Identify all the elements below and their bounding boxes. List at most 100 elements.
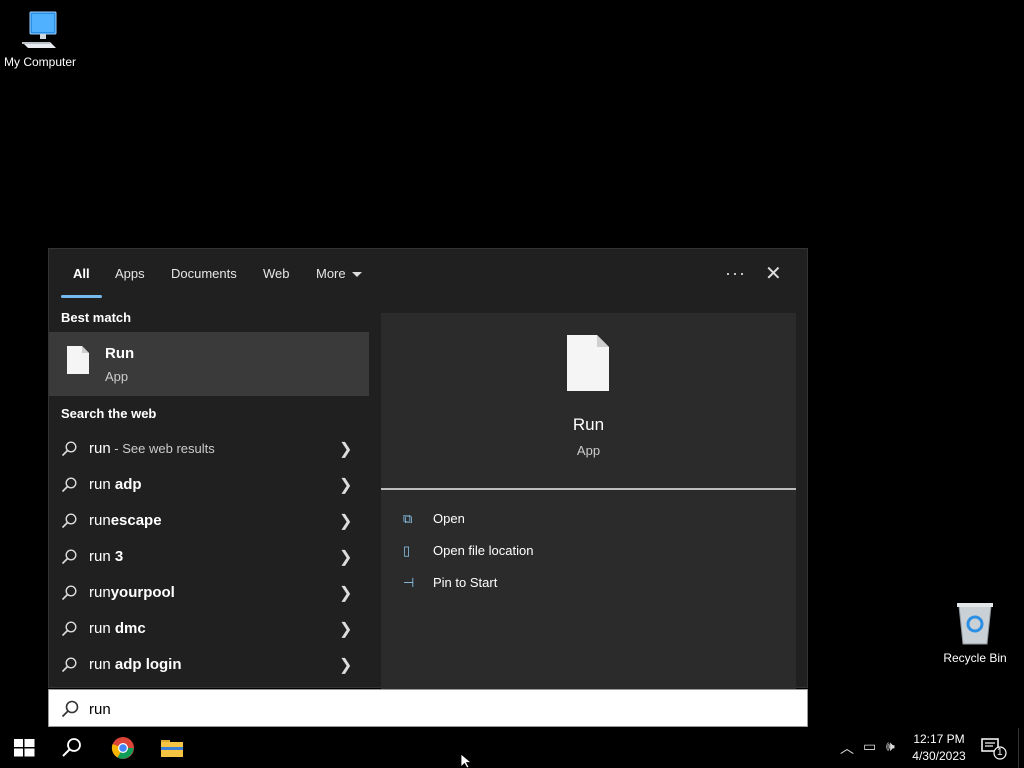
best-match-type: App <box>105 369 129 384</box>
clock-date: 4/30/2023 <box>912 749 966 763</box>
notification-count: 1 <box>997 747 1003 758</box>
web-result-prefix: run <box>89 656 115 673</box>
start-button[interactable] <box>0 728 48 768</box>
show-desktop-button[interactable] <box>1018 728 1024 768</box>
active-tab-indicator <box>61 295 102 298</box>
mouse-cursor-icon <box>461 754 473 768</box>
chevron-right-icon: ❯ <box>339 621 353 638</box>
folder-icon <box>161 740 183 757</box>
search-icon <box>61 549 77 565</box>
tab-more[interactable]: More <box>316 266 362 281</box>
more-options-icon[interactable]: ··· <box>725 263 746 284</box>
caret-down-icon <box>351 272 362 278</box>
preview-divider <box>381 488 796 490</box>
network-icon[interactable]: ▭ <box>863 738 876 755</box>
volume-icon[interactable]: 🕪 <box>886 738 895 755</box>
chevron-up-icon[interactable]: ︿ <box>840 738 854 758</box>
search-flyout: All Apps Documents Web More ··· ✕ Best m… <box>48 248 808 689</box>
chrome-icon <box>111 737 134 759</box>
search-icon <box>62 738 81 757</box>
web-result-bold: yourpool <box>110 584 175 601</box>
preview-name: Run <box>572 415 605 434</box>
taskbar: ︿ ▭ 🕪 12:17 PM 4/30/2023 1 <box>0 728 1024 768</box>
web-result-item[interactable]: run adp ❯ <box>49 468 369 502</box>
taskbar-chrome-button[interactable] <box>99 728 147 768</box>
close-icon[interactable]: ✕ <box>765 261 782 286</box>
best-match-item[interactable]: Run App <box>49 332 369 396</box>
results-list: Best match Run App Search the web run - … <box>49 301 369 689</box>
search-icon <box>61 441 77 457</box>
preview-type: App <box>576 443 601 458</box>
web-result-text: run adp <box>89 476 142 493</box>
tab-more-label: More <box>316 266 346 281</box>
web-result-text: run dmc <box>89 620 146 637</box>
app-file-icon <box>67 346 89 374</box>
clock[interactable]: 12:17 PM 4/30/2023 <box>904 731 974 765</box>
folder-location-icon: ▯ <box>403 543 411 558</box>
open-icon: ⧉ <box>403 511 413 526</box>
tab-apps[interactable]: Apps <box>115 266 145 281</box>
search-icon <box>61 657 77 673</box>
preview-pane: Run App ⧉ Open ▯ Open file location ⊣ Pi… <box>381 313 796 689</box>
web-result-prefix: run <box>89 548 115 565</box>
chevron-right-icon: ❯ <box>339 657 353 674</box>
web-result-item[interactable]: run adp login ❯ <box>49 648 369 682</box>
web-result-prefix: run <box>89 476 115 493</box>
chevron-right-icon: ❯ <box>339 549 353 566</box>
web-result-text: run - See web results <box>89 440 215 457</box>
desktop-icon-label: Recycle Bin <box>943 651 1007 665</box>
web-result-item[interactable]: run 3 ❯ <box>49 540 369 574</box>
taskbar-search-button[interactable] <box>48 728 96 768</box>
tab-all[interactable]: All <box>73 266 90 281</box>
search-icon <box>61 585 77 601</box>
chevron-right-icon: ❯ <box>339 585 353 602</box>
web-result-text: runescape <box>89 512 162 529</box>
web-result-hint: - See web results <box>110 441 215 456</box>
web-result-prefix: run <box>89 440 111 457</box>
tab-web[interactable]: Web <box>263 266 290 281</box>
clock-time: 12:17 PM <box>913 732 965 746</box>
desktop-icon-recycle-bin[interactable]: Recycle Bin <box>935 600 1015 665</box>
web-result-bold: adp <box>114 476 142 493</box>
search-icon <box>61 513 77 529</box>
search-icon <box>61 621 77 637</box>
web-result-item[interactable]: run dmc ❯ <box>49 612 369 646</box>
chevron-right-icon: ❯ <box>339 513 353 530</box>
chevron-right-icon: ❯ <box>339 477 353 494</box>
search-web-heading: Search the web <box>61 406 157 421</box>
taskbar-file-explorer-button[interactable] <box>148 728 196 768</box>
action-center-button[interactable]: 1 <box>980 736 1008 765</box>
web-result-bold: adp login <box>114 656 182 673</box>
search-tabs: All Apps Documents Web More ··· ✕ <box>49 249 807 301</box>
action-label: Open file location <box>433 543 534 558</box>
web-result-item[interactable]: runescape ❯ <box>49 504 369 538</box>
web-result-item[interactable]: runyourpool ❯ <box>49 576 369 610</box>
app-file-icon <box>567 335 609 391</box>
search-icon <box>61 477 77 493</box>
web-result-bold: dmc <box>114 620 146 637</box>
desktop-icon-my-computer[interactable]: My Computer <box>0 8 80 69</box>
web-result-prefix: run <box>89 512 111 529</box>
pin-icon: ⊣ <box>403 575 415 590</box>
web-result-prefix: run <box>89 584 111 601</box>
search-input[interactable] <box>87 696 791 722</box>
best-match-name: Run <box>105 345 135 362</box>
web-result-item[interactable]: run - See web results ❯ <box>49 432 369 466</box>
action-label: Open <box>433 511 465 526</box>
web-result-bold: 3 <box>114 548 124 565</box>
action-label: Pin to Start <box>433 575 498 590</box>
best-match-heading: Best match <box>61 310 132 325</box>
web-result-text: runyourpool <box>89 584 175 601</box>
computer-icon <box>22 11 57 48</box>
web-result-bold: escape <box>110 512 162 529</box>
search-box[interactable] <box>48 689 808 727</box>
desktop-icon-label: My Computer <box>3 55 77 69</box>
web-result-text: run adp login <box>89 656 182 673</box>
preview-header: Run App <box>381 313 796 489</box>
windows-logo-icon <box>14 739 35 757</box>
search-icon <box>61 700 79 718</box>
web-result-prefix: run <box>89 620 115 637</box>
recycle-bin-icon <box>957 603 993 645</box>
tab-documents[interactable]: Documents <box>171 266 237 281</box>
notification-icon <box>981 738 1007 760</box>
